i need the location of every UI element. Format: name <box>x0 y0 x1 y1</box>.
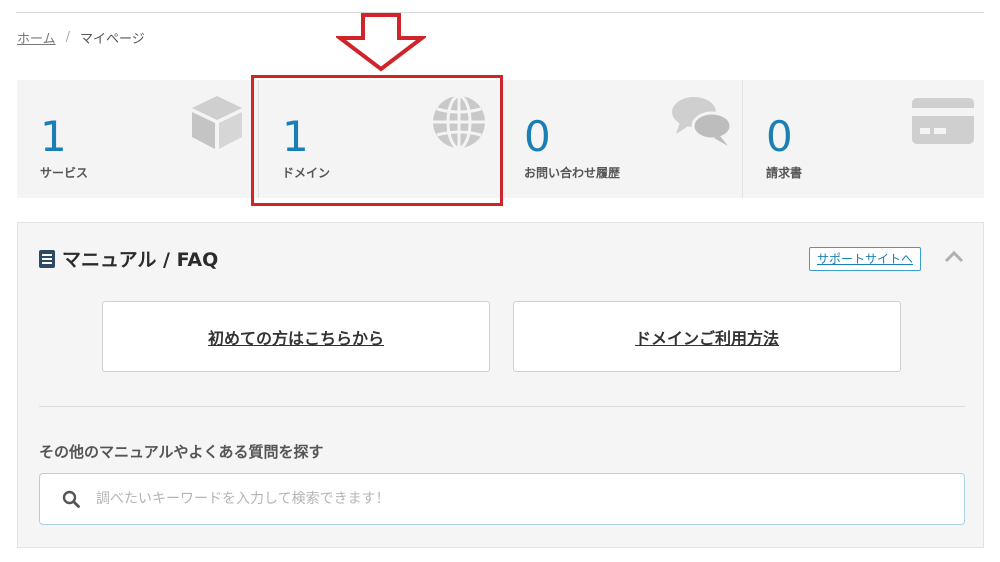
search-icon <box>62 490 80 508</box>
breadcrumb: ホーム / マイページ <box>17 28 145 47</box>
panel-title-text: マニュアル / FAQ <box>62 249 219 271</box>
chat-bubbles-icon <box>672 97 732 146</box>
stat-value: 0 <box>766 112 793 161</box>
chevron-up-icon[interactable] <box>943 249 965 265</box>
breadcrumb-current: マイページ <box>80 32 145 47</box>
domain-usage-button[interactable]: ドメインご利用方法 <box>513 301 901 372</box>
breadcrumb-home-link[interactable]: ホーム <box>17 28 56 47</box>
stat-value: 1 <box>40 112 67 161</box>
domain-highlight-box <box>251 75 503 206</box>
manual-faq-panel: マニュアル / FAQ サポートサイトへ 初めての方はこちらから ドメインご利用… <box>17 222 984 548</box>
down-arrow-annotation-icon <box>336 13 426 72</box>
box-icon <box>192 96 242 149</box>
stat-label: サービス <box>40 166 89 180</box>
faq-search-box <box>39 473 965 525</box>
breadcrumb-separator: / <box>65 30 71 45</box>
panel-title: マニュアル / FAQ <box>38 245 218 272</box>
panel-divider <box>39 406 965 407</box>
stat-label: 請求書 <box>766 166 803 180</box>
stat-invoices[interactable]: 0 請求書 <box>742 80 984 198</box>
support-site-button[interactable]: サポートサイトへ <box>809 247 922 271</box>
credit-card-icon <box>912 98 974 144</box>
top-divider <box>16 12 984 13</box>
first-time-guide-button[interactable]: 初めての方はこちらから <box>102 301 490 372</box>
search-heading: その他のマニュアルやよくある質問を探す <box>39 443 324 461</box>
stat-inquiries[interactable]: 0 お問い合わせ履歴 <box>500 80 742 198</box>
stat-label: お問い合わせ履歴 <box>524 166 621 180</box>
stat-services[interactable]: 1 サービス <box>17 80 258 198</box>
stat-value: 0 <box>524 112 551 161</box>
book-icon <box>39 249 55 268</box>
faq-search-input[interactable] <box>96 479 964 519</box>
